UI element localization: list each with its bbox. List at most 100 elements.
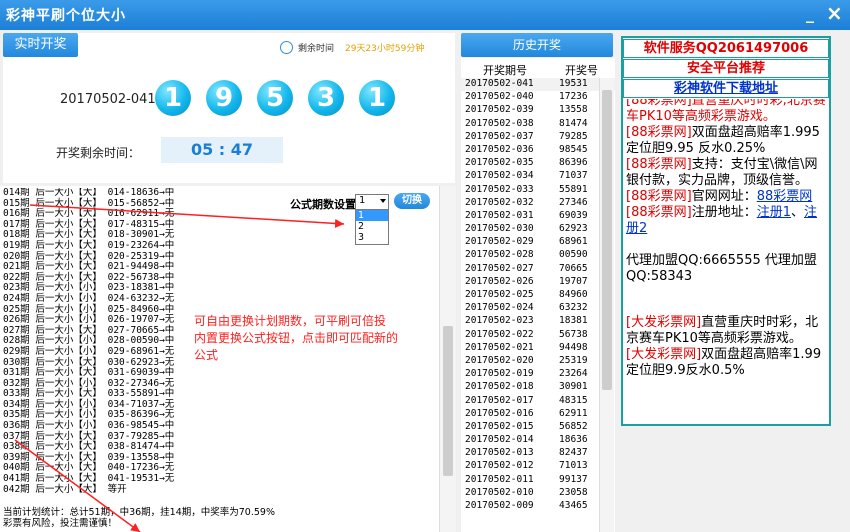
platform-recommend: 安全平台推荐 bbox=[623, 59, 829, 78]
history-period: 20170502-039 bbox=[465, 104, 534, 116]
history-row[interactable]: 20170502-013 82437 bbox=[461, 447, 615, 460]
history-row[interactable]: 20170502-023 18381 bbox=[461, 315, 615, 328]
minimize-button[interactable]: _ bbox=[806, 4, 814, 23]
history-period: 20170502-027 bbox=[465, 262, 534, 274]
history-row[interactable]: 20170502-011 99137 bbox=[461, 474, 615, 487]
history-period: 20170502-020 bbox=[465, 354, 534, 366]
history-number: 71037 bbox=[559, 170, 588, 182]
history-row[interactable]: 20170502-033 55891 bbox=[461, 184, 615, 197]
history-row[interactable]: 20170502-030 62923 bbox=[461, 223, 615, 236]
download-link[interactable]: 彩神软件下载地址 bbox=[623, 79, 829, 98]
ad-p7: [大发彩票网]双面盘超高赔率1.99 定位胆9.9反水0.5% bbox=[626, 347, 822, 378]
history-period: 20170502-040 bbox=[465, 91, 534, 103]
history-number: 17236 bbox=[559, 91, 588, 103]
history-scroll-thumb[interactable] bbox=[602, 90, 612, 390]
close-button[interactable]: × bbox=[826, 1, 843, 25]
history-number: 23058 bbox=[559, 486, 588, 498]
history-row[interactable]: 20170502-036 98545 bbox=[461, 144, 615, 157]
history-row[interactable]: 20170502-024 63232 bbox=[461, 302, 615, 315]
clock-icon bbox=[280, 41, 293, 54]
window-title: 彩神平刷个位大小 bbox=[6, 8, 126, 24]
history-row[interactable]: 20170502-015 56852 bbox=[461, 421, 615, 434]
col-period-header: 开奖期号 bbox=[483, 64, 527, 77]
history-row[interactable]: 20170502-028 00590 bbox=[461, 249, 615, 262]
history-row[interactable]: 20170502-014 18636 bbox=[461, 434, 615, 447]
history-row[interactable]: 20170502-012 71013 bbox=[461, 460, 615, 473]
history-number: 69039 bbox=[559, 209, 588, 221]
history-row[interactable]: 20170502-038 81474 bbox=[461, 118, 615, 131]
history-period: 20170502-014 bbox=[465, 434, 534, 446]
history-number: 98545 bbox=[559, 143, 588, 155]
history-row[interactable]: 20170502-017 48315 bbox=[461, 395, 615, 408]
register-link-1[interactable]: 注册1 bbox=[757, 205, 791, 220]
history-number: 63232 bbox=[559, 302, 588, 314]
history-period: 20170502-038 bbox=[465, 117, 534, 129]
history-period: 20170502-030 bbox=[465, 223, 534, 235]
history-number: 79285 bbox=[559, 130, 588, 142]
history-row[interactable]: 20170502-034 71037 bbox=[461, 170, 615, 183]
history-number: 86396 bbox=[559, 157, 588, 169]
history-scrollbar[interactable] bbox=[599, 78, 614, 532]
remaining-label: 开奖剩余时间： bbox=[56, 146, 141, 160]
history-row[interactable]: 20170502-029 68961 bbox=[461, 236, 615, 249]
history-row[interactable]: 20170502-019 23264 bbox=[461, 368, 615, 381]
history-panel: 开奖期号 开奖号 20170502-041 19531 20170502-040 17… bbox=[461, 58, 615, 532]
tab-live-draw[interactable]: 实时开奖 bbox=[3, 33, 78, 57]
history-number: 82437 bbox=[559, 447, 588, 459]
history-number: 13558 bbox=[559, 104, 588, 116]
history-period: 20170502-012 bbox=[465, 460, 534, 472]
history-period: 20170502-032 bbox=[465, 196, 534, 208]
history-row[interactable]: 20170502-021 94498 bbox=[461, 342, 615, 355]
history-number: 19707 bbox=[559, 275, 588, 287]
history-period: 20170502-037 bbox=[465, 130, 534, 142]
history-number: 71013 bbox=[559, 460, 588, 472]
history-row[interactable]: 20170502-016 62911 bbox=[461, 408, 615, 421]
history-row[interactable]: 20170502-025 84960 bbox=[461, 289, 615, 302]
history-period: 20170502-016 bbox=[465, 407, 534, 419]
history-row[interactable]: 20170502-009 43465 bbox=[461, 500, 615, 513]
annotation-arrows bbox=[14, 204, 345, 532]
history-row[interactable]: 20170502-020 25319 bbox=[461, 355, 615, 368]
history-period: 20170502-015 bbox=[465, 420, 534, 432]
history-row[interactable]: 20170502-039 13558 bbox=[461, 104, 615, 117]
draw-ball-1: 1 bbox=[155, 80, 191, 116]
official-site-link[interactable]: 88彩票网 bbox=[757, 189, 813, 204]
history-number: 81474 bbox=[559, 117, 588, 129]
history-rows: 20170502-041 19531 20170502-040 17236 201705… bbox=[461, 78, 615, 513]
history-period: 20170502-018 bbox=[465, 381, 534, 393]
history-period: 20170502-021 bbox=[465, 341, 534, 353]
history-row[interactable]: 20170502-018 30901 bbox=[461, 381, 615, 394]
ad-agent: 代理加盟QQ:6665555 代理加盟QQ:58343 bbox=[626, 253, 817, 284]
history-row[interactable]: 20170502-031 69039 bbox=[461, 210, 615, 223]
ad-p4: [88彩票网]官网网址：88彩票网 bbox=[626, 189, 813, 204]
history-number: 70665 bbox=[559, 262, 588, 274]
history-number: 23264 bbox=[559, 368, 588, 380]
draw-ball-3: 5 bbox=[257, 80, 293, 116]
history-number: 43465 bbox=[559, 500, 588, 511]
tab-history[interactable]: 历史开奖 bbox=[461, 33, 613, 57]
history-row[interactable]: 20170502-032 27346 bbox=[461, 197, 615, 210]
history-number: 99137 bbox=[559, 473, 588, 485]
history-number: 62911 bbox=[559, 407, 588, 419]
history-row[interactable]: 20170502-035 86396 bbox=[461, 157, 615, 170]
history-number: 68961 bbox=[559, 236, 588, 248]
history-number: 62923 bbox=[559, 223, 588, 235]
history-period: 20170502-035 bbox=[465, 157, 534, 169]
history-row[interactable]: 20170502-022 56738 bbox=[461, 329, 615, 342]
ad-p5: [88彩票网]注册地址：注册1、注册2 bbox=[626, 205, 818, 236]
history-row[interactable]: 20170502-026 19707 bbox=[461, 276, 615, 289]
history-period: 20170502-023 bbox=[465, 315, 534, 327]
history-row[interactable]: 20170502-010 23058 bbox=[461, 487, 615, 500]
history-row[interactable]: 20170502-027 70665 bbox=[461, 263, 615, 276]
ad-p6: [大发彩票网]直营重庆时时彩，北京赛车PK10等高频彩票游戏。 bbox=[626, 315, 819, 346]
ad-p3: [88彩票网]支持：支付宝\微信\网银付款，实力品牌，顶级信誉。 bbox=[626, 157, 818, 188]
history-period: 20170502-034 bbox=[465, 170, 534, 182]
countdown-value: 29天23小时59分钟 bbox=[345, 44, 425, 54]
history-row[interactable]: 20170502-041 19531 bbox=[461, 78, 615, 92]
history-number: 56738 bbox=[559, 328, 588, 340]
history-number: 27346 bbox=[559, 196, 588, 208]
history-row[interactable]: 20170502-037 79285 bbox=[461, 131, 615, 144]
history-period: 20170502-033 bbox=[465, 183, 534, 195]
history-row[interactable]: 20170502-040 17236 bbox=[461, 91, 615, 104]
history-number: 84960 bbox=[559, 289, 588, 300]
